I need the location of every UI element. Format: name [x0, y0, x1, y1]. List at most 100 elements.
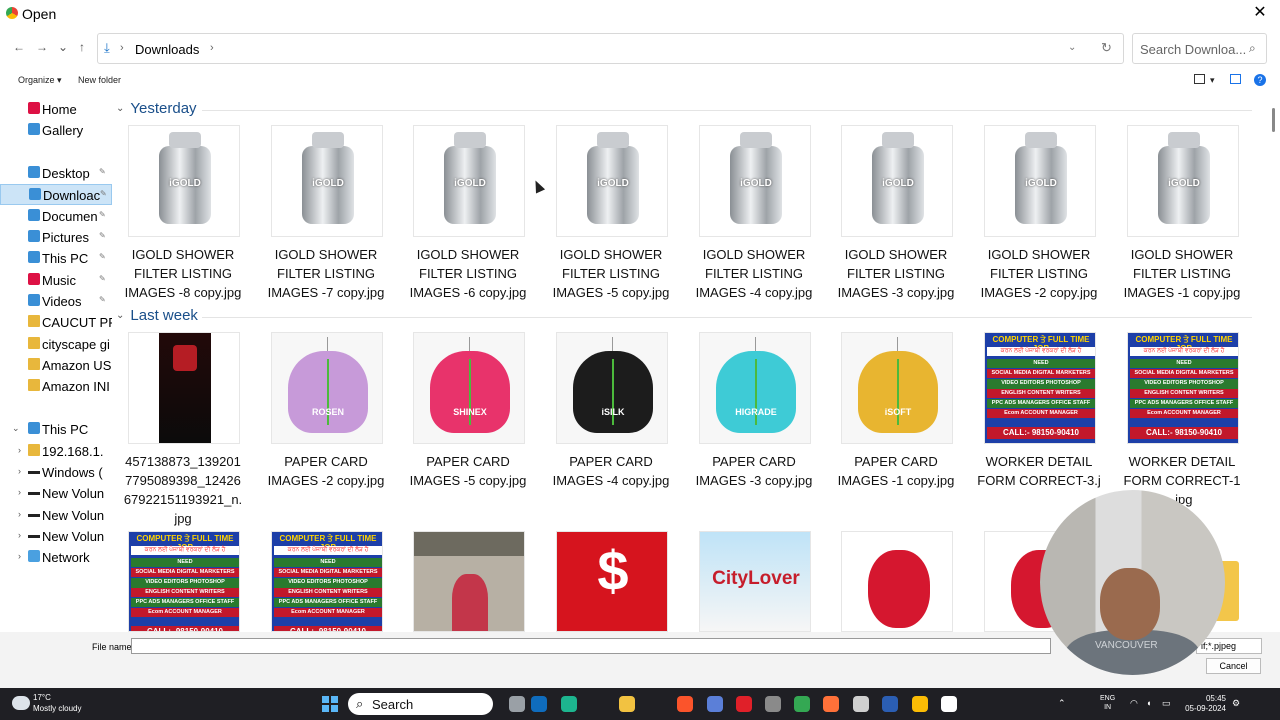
sidebar-item-label: New Volun — [42, 529, 105, 544]
sidebar-item[interactable]: Pictures ✎ — [0, 227, 112, 248]
group-header[interactable]: ⌄ Last week — [116, 307, 198, 324]
wifi-icon[interactable]: ◠ — [1130, 698, 1138, 709]
sidebar-item[interactable]: Documen ✎ — [0, 206, 112, 227]
sidebar-item[interactable]: Network › — [0, 547, 112, 568]
group-header[interactable]: ⌄ Yesterday — [116, 100, 197, 117]
word-icon[interactable] — [882, 696, 898, 712]
file-type-select[interactable]: if;*.pjpeg — [1196, 638, 1262, 654]
address-dropdown-icon[interactable]: ⌄ — [1068, 42, 1076, 53]
language-indicator[interactable]: ENG IN — [1100, 694, 1115, 712]
file-thumbnail[interactable]: $ — [556, 531, 668, 632]
sidebar-item[interactable]: cityscape gi — [0, 334, 112, 355]
change-view-icon[interactable] — [1194, 74, 1205, 84]
opera-icon[interactable] — [736, 696, 752, 712]
volume-icon[interactable]: ◖ — [1146, 698, 1151, 708]
app-icon[interactable] — [765, 696, 781, 712]
vertical-scrollbar[interactable] — [1268, 96, 1280, 632]
sidebar-item[interactable]: Downloac ✎ — [0, 184, 112, 205]
sidebar-item[interactable]: This PC ✎ — [0, 248, 112, 269]
file-thumbnail[interactable] — [413, 531, 525, 632]
file-thumbnail[interactable]: CityLover — [699, 531, 811, 632]
sidebar-item[interactable]: New Volun › — [0, 526, 112, 547]
new-folder-button[interactable]: New folder — [78, 75, 121, 85]
file-thumbnail[interactable] — [841, 531, 953, 632]
up-button[interactable]: ↑ — [74, 40, 90, 54]
file-name-label: IGOLD SHOWER FILTER LISTING IMAGES -5 co… — [552, 247, 670, 300]
expand-chevron-icon[interactable]: › — [18, 509, 21, 519]
weather-description[interactable]: Mostly cloudy — [33, 704, 81, 713]
drive-icon — [28, 492, 40, 495]
chatgpt-icon[interactable] — [853, 696, 869, 712]
battery-icon[interactable]: ▭ — [1162, 698, 1171, 709]
brave-icon[interactable] — [677, 696, 693, 712]
sidebar-item[interactable]: Amazon US — [0, 355, 112, 376]
search-input[interactable]: Search Downloa... — [1140, 42, 1246, 57]
file-thumbnail — [128, 332, 240, 444]
file-thumbnail[interactable]: COMPUTER ਤੇ FULL TIME JOBਕਰਨ ਲਈ ਪੰਜਾਬੀ ਵ… — [271, 531, 383, 632]
poster-subtitle: ਕਰਨ ਲਈ ਪੰਜਾਬੀ ਵਰਕਰਾਂ ਦੀ ਲੋੜ ਹੈ — [987, 347, 1095, 356]
edge-icon[interactable] — [561, 696, 577, 712]
search-box[interactable]: Search Downloa... ⌕ — [1132, 33, 1267, 64]
weather-temperature[interactable]: 17°C — [33, 693, 51, 702]
expand-chevron-icon[interactable]: ⌄ — [12, 423, 20, 434]
videos-icon — [28, 294, 40, 306]
expand-chevron-icon[interactable]: › — [18, 487, 21, 497]
expand-chevron-icon[interactable]: › — [18, 466, 21, 476]
file-explorer-icon[interactable] — [619, 696, 635, 712]
expand-chevron-icon[interactable]: › — [18, 551, 21, 561]
file-thumbnail[interactable]: COMPUTER ਤੇ FULL TIME JOBਕਰਨ ਲਈ ਪੰਜਾਬੀ ਵ… — [128, 531, 240, 632]
sidebar-item[interactable]: Desktop ✎ — [0, 163, 112, 184]
sidebar-item[interactable]: Windows (› — [0, 462, 112, 483]
cancel-button[interactable]: Cancel — [1206, 658, 1261, 674]
expand-chevron-icon[interactable]: › — [18, 530, 21, 540]
view-dropdown-icon[interactable]: ▾ — [1210, 75, 1215, 86]
address-bar[interactable]: ⤓ › Downloads › ⌄ ↻ — [97, 33, 1124, 64]
sidebar-item[interactable]: New Volun › — [0, 505, 112, 526]
show-hidden-icons[interactable]: ⌃ — [1058, 698, 1066, 709]
file-thumbnail: iSOFT — [841, 332, 953, 444]
start-button[interactable] — [322, 696, 338, 712]
red-scarf — [868, 550, 930, 628]
poster-line: ENGLISH CONTENT WRITERS — [274, 588, 382, 597]
sidebar-item[interactable]: Home — [0, 99, 112, 120]
media-player-icon[interactable] — [941, 696, 957, 712]
sidebar-item[interactable]: Amazon INI — [0, 376, 112, 397]
refresh-icon[interactable]: ↻ — [1101, 40, 1112, 56]
breadcrumb-downloads[interactable]: Downloads — [135, 42, 199, 57]
sidebar-item[interactable]: CAUCUT PR — [0, 312, 112, 333]
sidebar-item[interactable]: New Volun › — [0, 483, 112, 504]
outlook-icon[interactable] — [531, 696, 547, 712]
notification-icon[interactable]: ⚙ — [1232, 698, 1240, 709]
forward-button[interactable]: → — [34, 40, 50, 54]
sidebar-item[interactable]: This PC ⌄ — [0, 419, 112, 440]
sidebar-item[interactable]: Gallery — [0, 120, 112, 141]
poster-line: PPC ADS MANAGERS OFFICE STAFF — [987, 399, 1095, 408]
poster-line: SOCIAL MEDIA DIGITAL MARKETERS — [131, 568, 239, 577]
organize-button[interactable]: Organize ▾ — [18, 75, 62, 86]
sidebar-item[interactable]: 192.168.1. › — [0, 441, 112, 462]
drive-icon — [28, 514, 40, 517]
poster-line: SOCIAL MEDIA DIGITAL MARKETERS — [987, 369, 1095, 378]
taskbar-search[interactable]: ⌕ Search — [348, 693, 493, 715]
breadcrumb-separator[interactable]: › — [210, 42, 214, 54]
chrome-icon[interactable] — [912, 696, 928, 712]
recent-locations-button[interactable]: ⌄ — [55, 40, 71, 54]
sidebar-item[interactable]: Music ✎ — [0, 270, 112, 291]
clock[interactable]: 05:45 05-09-2024 — [1180, 694, 1226, 714]
weather-icon[interactable] — [12, 696, 30, 710]
app-icon[interactable] — [707, 696, 723, 712]
file-thumbnail: iGOLD — [556, 125, 668, 237]
brand-label: iGOLD — [740, 178, 772, 189]
help-icon[interactable]: ? — [1254, 74, 1266, 86]
file-name-input[interactable] — [131, 638, 1051, 654]
sidebar-item[interactable]: Videos ✎ — [0, 291, 112, 312]
firefox-icon[interactable] — [823, 696, 839, 712]
close-button[interactable]: ✕ — [1248, 2, 1272, 26]
sidebar-item-label: Music — [42, 273, 76, 288]
expand-chevron-icon[interactable]: › — [18, 445, 21, 455]
scrollbar-thumb[interactable] — [1272, 108, 1275, 132]
preview-pane-icon[interactable] — [1230, 74, 1241, 84]
task-view-icon[interactable] — [509, 696, 525, 712]
chrome-icon[interactable] — [794, 696, 810, 712]
back-button[interactable]: ← — [11, 40, 27, 54]
